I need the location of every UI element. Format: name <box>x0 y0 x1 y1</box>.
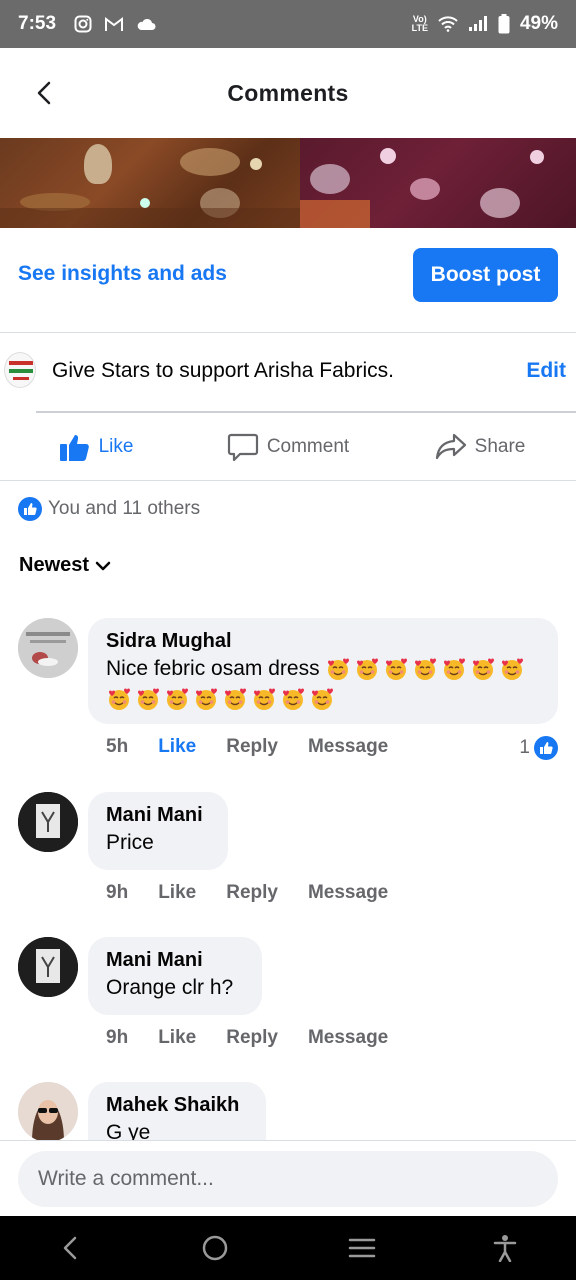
smiling-face-with-hearts-icon <box>138 688 159 711</box>
nav-recents-icon[interactable] <box>348 1236 376 1260</box>
back-button[interactable] <box>30 78 60 108</box>
nav-home-icon[interactable] <box>200 1233 230 1263</box>
signal-icon <box>468 16 488 32</box>
smiling-face-with-hearts-icon <box>312 688 333 711</box>
insights-row: See insights and ads Boost post <box>0 228 576 333</box>
comment-reply-button[interactable]: Reply <box>226 736 278 758</box>
smiling-face-with-hearts-icon <box>502 658 524 681</box>
comment-label: Comment <box>266 435 350 457</box>
comment-item: Mahek Shaikh G ye <box>0 1082 576 1140</box>
comment-bubble[interactable]: Mahek Shaikh G ye <box>88 1082 266 1140</box>
like-button[interactable]: Like <box>0 413 192 480</box>
thumbs-up-icon <box>59 434 89 461</box>
gmail-icon <box>104 16 124 32</box>
write-comment-bar: Write a comment... <box>0 1140 576 1216</box>
comment-input[interactable]: Write a comment... <box>18 1151 558 1207</box>
reactions-text: You and 11 others <box>48 498 201 519</box>
like-label: Like <box>98 435 134 457</box>
comment-message-button[interactable]: Message <box>308 882 388 904</box>
like-reaction-icon <box>18 497 42 521</box>
like-reaction-icon <box>534 736 558 760</box>
smiling-face-with-hearts-icon <box>328 658 350 681</box>
comment-button[interactable]: Comment <box>192 413 384 480</box>
comment-bubble[interactable]: Mani Mani Orange clr h? <box>88 937 262 1015</box>
comment-bubble[interactable]: Mani Mani Price <box>88 792 228 870</box>
avatar[interactable] <box>18 618 78 678</box>
comment-like-button[interactable]: Like <box>158 736 196 758</box>
comment-time: 5h <box>106 736 129 757</box>
smiling-face-with-hearts-icon <box>225 688 246 711</box>
comment-reaction-count[interactable]: 1 <box>519 736 558 760</box>
post-image[interactable] <box>0 138 576 228</box>
share-label: Share <box>474 435 526 457</box>
comment-actions: 5h Like Reply Message <box>106 736 388 758</box>
comment-text: Price <box>106 831 154 854</box>
system-nav-bar <box>0 1216 576 1280</box>
fabric-left-image <box>0 138 300 228</box>
stars-text: Give Stars to support Arisha Fabrics. <box>52 359 394 382</box>
cloud-icon <box>136 17 156 31</box>
instagram-icon <box>74 15 92 33</box>
fabric-right-image <box>300 138 576 228</box>
comment-time: 9h <box>106 882 129 903</box>
comment-reply-button[interactable]: Reply <box>226 1027 278 1049</box>
smiling-face-with-hearts-icon <box>283 688 304 711</box>
smiling-face-with-hearts-icon <box>357 658 379 681</box>
avatar[interactable] <box>18 1082 78 1140</box>
comment-author[interactable]: Sidra Mughal <box>106 628 540 654</box>
chevron-down-icon <box>95 561 111 570</box>
smiling-face-with-hearts-icon <box>109 688 130 711</box>
share-icon <box>435 433 466 459</box>
comment-time: 9h <box>106 1027 129 1048</box>
smiling-face-with-hearts-icon <box>473 658 495 681</box>
comment-icon <box>227 433 258 461</box>
comment-like-button[interactable]: Like <box>158 1027 196 1049</box>
post-action-bar: Like Comment Share <box>0 413 576 481</box>
status-time: 7:53 <box>18 13 57 34</box>
volte-indicator: Vo) LTE <box>411 14 428 33</box>
comments-header: Comments <box>0 48 576 138</box>
comment-text: Orange clr h? <box>106 976 234 999</box>
avatar[interactable] <box>18 792 78 852</box>
edit-button[interactable]: Edit <box>526 359 566 383</box>
battery-icon <box>498 14 510 34</box>
comment-message-button[interactable]: Message <box>308 1027 388 1049</box>
sort-label: Newest <box>19 554 90 576</box>
page-thumbnail <box>4 352 36 388</box>
wifi-icon <box>438 16 458 32</box>
smiling-face-with-hearts-icon <box>444 658 466 681</box>
chevron-left-icon <box>37 81 51 105</box>
smiling-face-with-hearts-icon <box>415 658 437 681</box>
see-insights-link[interactable]: See insights and ads <box>18 262 227 286</box>
smiling-face-with-hearts-icon <box>196 688 217 711</box>
smiling-face-with-hearts-icon <box>167 688 188 711</box>
comment-reply-button[interactable]: Reply <box>226 882 278 904</box>
smiling-face-with-hearts-icon <box>386 658 408 681</box>
boost-post-button[interactable]: Boost post <box>413 248 558 302</box>
comment-actions: 9h Like Reply Message <box>106 882 388 904</box>
sort-dropdown[interactable]: Newest <box>19 554 111 577</box>
accessibility-icon[interactable] <box>493 1234 517 1262</box>
comment-message-button[interactable]: Message <box>308 736 388 758</box>
nav-back-icon[interactable] <box>59 1234 83 1262</box>
stars-row: Give Stars to support Arisha Fabrics. Ed… <box>0 333 576 413</box>
comment-bubble[interactable]: Sidra Mughal Nice febric osam dress <box>88 618 558 724</box>
smiling-face-with-hearts-icon <box>254 688 275 711</box>
comment-text: G ye <box>106 1121 151 1140</box>
battery-percent: 49% <box>519 13 558 34</box>
comment-author[interactable]: Mani Mani <box>106 802 210 828</box>
reactions-summary[interactable]: You and 11 others <box>18 497 200 521</box>
share-button[interactable]: Share <box>384 413 576 480</box>
comment-like-button[interactable]: Like <box>158 882 196 904</box>
comment-text: Nice febric osam dress <box>106 654 540 714</box>
comment-author[interactable]: Mani Mani <box>106 947 244 973</box>
avatar[interactable] <box>18 937 78 997</box>
comment-author[interactable]: Mahek Shaikh <box>106 1092 248 1118</box>
page-title: Comments <box>227 79 349 106</box>
status-bar: 7:53 Vo) LTE 49% <box>0 0 576 48</box>
comment-actions: 9h Like Reply Message <box>106 1027 388 1049</box>
